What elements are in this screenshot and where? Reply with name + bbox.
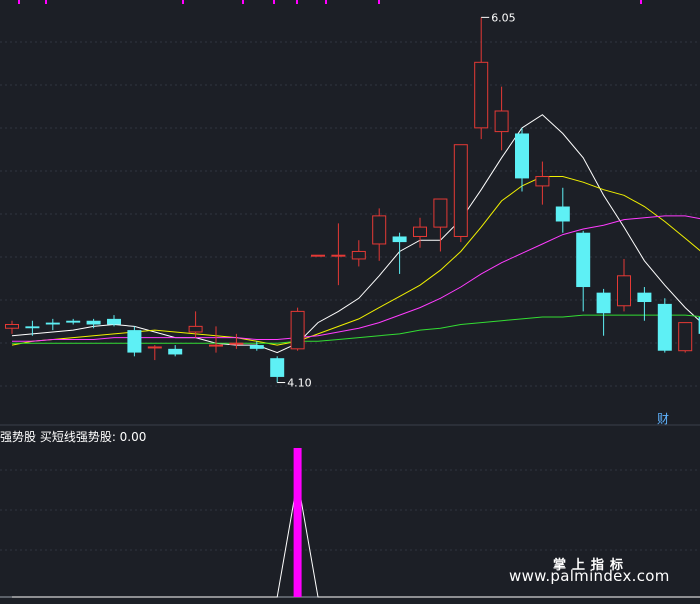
candle — [45, 318, 60, 331]
candle-body — [5, 323, 19, 329]
top-marker — [378, 0, 380, 4]
chart-canvas: 6.05 4.10 — [0, 0, 700, 598]
candle-body — [188, 325, 203, 333]
candle-body — [147, 346, 162, 349]
top-marker — [296, 0, 298, 4]
top-marker — [182, 0, 184, 4]
candle — [147, 345, 162, 361]
candle-body — [127, 330, 142, 353]
candle — [209, 326, 223, 353]
watermark-url: www.palmindex.com — [509, 567, 670, 585]
candle — [392, 232, 407, 274]
top-marker — [325, 0, 327, 4]
candle-body — [45, 322, 60, 325]
chart-stage: 6.05 4.10 强势股 买短线强势股: 0.00 财 掌上指标 www.pal… — [0, 0, 700, 600]
candle-body — [331, 254, 346, 257]
candle — [311, 254, 325, 257]
candle — [494, 86, 509, 151]
candle — [596, 288, 611, 336]
candle-body — [86, 320, 101, 325]
price-annotation: 4.10 — [277, 377, 312, 390]
candle — [372, 208, 387, 261]
candle-body — [372, 215, 387, 245]
candle-body — [678, 322, 693, 352]
candle-body — [555, 206, 570, 222]
annotation-label: 6.05 — [491, 11, 516, 24]
candle — [5, 320, 19, 334]
candle-body — [392, 236, 407, 243]
finance-tag[interactable]: 财 — [657, 410, 669, 427]
candle — [433, 198, 448, 252]
candle-body — [107, 318, 121, 325]
candle-body — [637, 292, 652, 303]
indicator-title: 强势股 买短线强势股: 0.00 — [0, 430, 147, 444]
candle-body — [515, 133, 529, 179]
candle — [331, 223, 346, 286]
candle-body — [494, 110, 509, 133]
candle — [66, 318, 81, 325]
candle — [535, 161, 550, 205]
candle — [555, 187, 570, 233]
candle-body — [168, 348, 183, 355]
candle — [657, 298, 672, 353]
candle-body — [209, 344, 223, 347]
price-annotation: 6.05 — [481, 11, 516, 24]
candle-body — [229, 342, 244, 345]
candle — [637, 287, 652, 321]
candle-body — [413, 226, 427, 237]
candle — [474, 17, 489, 140]
candle-body — [596, 292, 611, 314]
candle — [290, 307, 305, 351]
candle-body — [25, 326, 40, 329]
annotation-label: 4.10 — [287, 377, 312, 390]
candle — [617, 258, 631, 312]
candle-body — [66, 320, 81, 323]
candle — [270, 356, 285, 383]
candle — [351, 240, 366, 267]
candle — [515, 127, 529, 192]
candle — [453, 144, 468, 243]
candle-body — [290, 310, 305, 350]
top-marker — [18, 0, 20, 4]
candle-body — [249, 345, 264, 349]
candle — [127, 326, 142, 357]
candle-body — [311, 254, 325, 257]
candle-body — [351, 250, 366, 260]
candle-body — [576, 232, 591, 288]
signal-bar — [293, 448, 302, 597]
top-marker — [45, 0, 47, 4]
candle-body — [657, 303, 672, 351]
candle-body — [617, 275, 631, 307]
ma-line-ma5 — [11, 114, 700, 354]
candle — [678, 322, 693, 353]
candle-body — [270, 358, 285, 377]
top-marker — [640, 0, 642, 4]
candle-body — [474, 61, 489, 129]
top-marker — [242, 0, 244, 4]
candle — [168, 345, 183, 357]
top-marker — [273, 0, 275, 4]
candle-body — [535, 176, 550, 187]
candle — [576, 230, 591, 312]
candle-body — [453, 144, 468, 237]
candle — [229, 333, 244, 349]
candle-body — [433, 198, 448, 228]
